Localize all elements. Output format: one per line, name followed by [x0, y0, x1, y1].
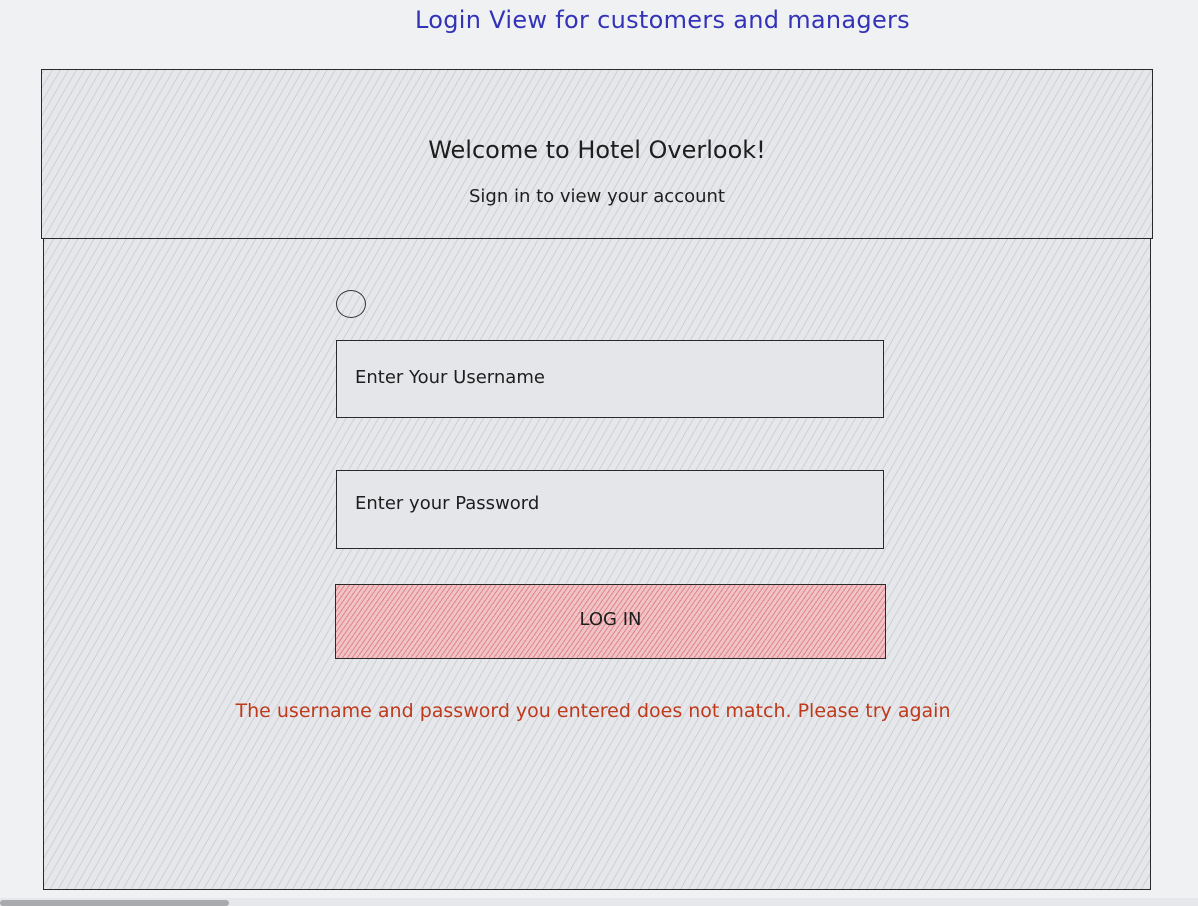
circle-icon	[336, 290, 366, 318]
password-placeholder: Enter your Password	[355, 493, 540, 514]
scrollbar-thumb[interactable]	[0, 900, 229, 906]
signin-subtitle: Sign in to view your account	[469, 186, 725, 207]
username-placeholder: Enter Your Username	[355, 367, 545, 388]
login-button[interactable]: LOG IN	[335, 584, 886, 659]
password-input[interactable]: Enter your Password	[336, 470, 884, 549]
error-message: The username and password you entered do…	[235, 700, 951, 722]
welcome-heading: Welcome to Hotel Overlook!	[428, 136, 766, 164]
login-button-label: LOG IN	[579, 609, 642, 630]
header-panel: Welcome to Hotel Overlook! Sign in to vi…	[41, 69, 1153, 239]
username-input[interactable]: Enter Your Username	[336, 340, 884, 418]
wireframe-title: Login View for customers and managers	[415, 6, 910, 34]
wireframe-canvas: Login View for customers and managers We…	[0, 0, 1198, 906]
